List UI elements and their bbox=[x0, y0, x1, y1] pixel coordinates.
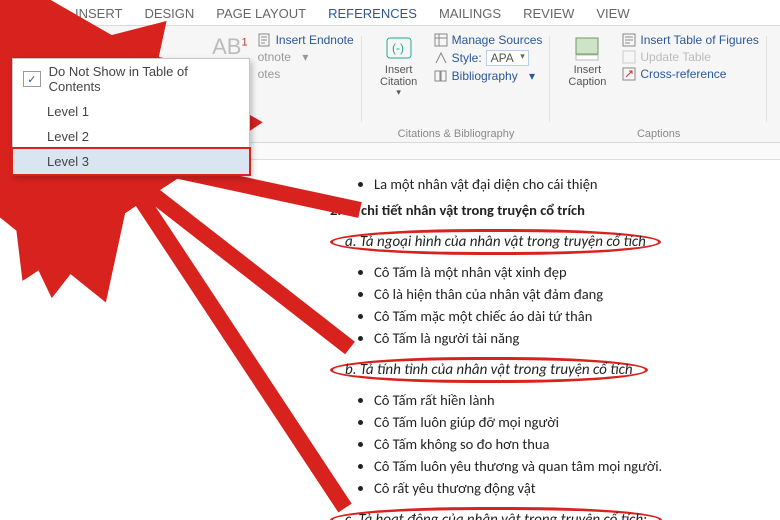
manage-sources-button[interactable]: Manage Sources bbox=[434, 33, 543, 47]
citation-icon: (-) bbox=[385, 36, 413, 62]
bullet-item: Cô Tấm là người tài năng bbox=[374, 329, 780, 347]
bullet-item: Cô Tấm không so đo hơn thua bbox=[374, 435, 780, 453]
cross-reference-button[interactable]: Cross-reference bbox=[622, 67, 759, 81]
manage-sources-icon bbox=[434, 33, 448, 47]
ribbon: ✚ Add Text ▾ ✓ Do Not Show in Table of C… bbox=[0, 26, 780, 143]
update-table-label: Update Table bbox=[640, 50, 711, 64]
menu-no-show[interactable]: ✓ Do Not Show in Table of Contents bbox=[13, 59, 249, 99]
heading-3-b: b. Tả tính tình của nhân vật trong truyệ… bbox=[330, 357, 648, 383]
dropdown-icon: ▾ bbox=[61, 41, 67, 55]
caption-icon bbox=[573, 36, 601, 62]
menu-no-show-label: Do Not Show in Table of Contents bbox=[49, 64, 239, 94]
heading-3-c: c. Tả hoạt động của nhân vật trong truyệ… bbox=[330, 507, 662, 520]
manage-sources-label: Manage Sources bbox=[452, 33, 543, 47]
ab-sup: 1 bbox=[241, 37, 247, 49]
menu-level-3-label: Level 3 bbox=[47, 154, 89, 169]
bibliography-label: Bibliography bbox=[452, 69, 518, 83]
tof-icon bbox=[622, 33, 636, 47]
group-captions: InsertCaption Insert Table of Figures Up… bbox=[550, 30, 767, 142]
bullet-item: Cô Tấm là một nhân vật xinh đẹp bbox=[374, 263, 780, 281]
bibliography-button[interactable]: Bibliography ▾ bbox=[434, 69, 543, 83]
insert-endnote-button[interactable]: Insert Endnote bbox=[258, 33, 354, 47]
group-citations: (-) InsertCitation▾ Manage Sources Style… bbox=[362, 30, 551, 142]
plus-icon: ✚ bbox=[21, 41, 31, 55]
biblio-icon bbox=[434, 69, 448, 83]
insert-tof-label: Insert Table of Figures bbox=[640, 33, 759, 47]
bullet-item: Cô Tấm luôn yêu thương và quan tâm mọi n… bbox=[374, 457, 780, 475]
bullet-item: Cô rất yêu thương động vật bbox=[374, 479, 780, 497]
menu-level-1[interactable]: Level 1 bbox=[13, 99, 249, 124]
style-label: Style: bbox=[452, 51, 482, 65]
style-icon bbox=[434, 51, 448, 65]
update-table-button: Update Table bbox=[622, 50, 759, 64]
tab-mailings[interactable]: MAILINGS bbox=[439, 6, 501, 21]
insert-tof-button[interactable]: Insert Table of Figures bbox=[622, 33, 759, 47]
tab-insert[interactable]: INSERT bbox=[75, 6, 122, 21]
bullet-item: Cô Tấm luôn giúp đỡ mọi người bbox=[374, 413, 780, 431]
heading-2: 2. Tả chi tiết nhân vật trong truyện cổ … bbox=[330, 201, 780, 219]
tab-design[interactable]: DESIGN bbox=[144, 6, 194, 21]
check-icon: ✓ bbox=[23, 71, 41, 87]
document-area: La một nhân vật đại diện cho cái thiện 2… bbox=[0, 143, 780, 520]
insert-endnote-label: Insert Endnote bbox=[276, 33, 354, 47]
group-toc: ✚ Add Text ▾ ✓ Do Not Show in Table of C… bbox=[6, 30, 82, 142]
ab-icon: AB1 bbox=[212, 34, 247, 60]
tab-home[interactable]: HOME bbox=[14, 6, 53, 21]
menu-level-2-label: Level 2 bbox=[47, 129, 89, 144]
bullet-item: Cô là hiện thân của nhân vật đảm đang bbox=[374, 285, 780, 303]
ribbon-tabs: HOME INSERT DESIGN PAGE LAYOUT REFERENCE… bbox=[0, 0, 780, 26]
tab-references[interactable]: REFERENCES bbox=[328, 6, 417, 21]
endnote-icon bbox=[258, 33, 272, 47]
menu-level-3[interactable]: Level 3 bbox=[11, 147, 251, 176]
group-citations-label: Citations & Bibliography bbox=[362, 128, 551, 140]
bullet-item: Cô Tấm mặc một chiếc áo dài tứ thân bbox=[374, 307, 780, 325]
bullet-item: La một nhân vật đại diện cho cái thiện bbox=[374, 175, 780, 193]
menu-level-2[interactable]: Level 2 bbox=[13, 124, 249, 149]
style-selector[interactable]: Style: APA bbox=[434, 50, 543, 66]
next-footnote-button[interactable]: otnote ▾ bbox=[258, 50, 354, 64]
heading-3-a: a. Tả ngoại hình của nhân vật trong truy… bbox=[330, 229, 661, 255]
cross-reference-label: Cross-reference bbox=[640, 67, 726, 81]
insert-caption-button[interactable]: InsertCaption bbox=[558, 30, 616, 88]
show-notes-button[interactable]: otes bbox=[258, 67, 354, 81]
svg-text:(-): (-) bbox=[392, 41, 404, 55]
tab-pagelayout[interactable]: PAGE LAYOUT bbox=[216, 6, 306, 21]
document-body[interactable]: La một nhân vật đại diện cho cái thiện 2… bbox=[330, 175, 780, 520]
group-index: MarEntr bbox=[767, 30, 780, 142]
update-icon bbox=[622, 50, 636, 64]
crossref-icon bbox=[622, 67, 636, 81]
menu-level-1-label: Level 1 bbox=[47, 104, 89, 119]
group-captions-label: Captions bbox=[550, 128, 767, 140]
insert-citation-button[interactable]: (-) InsertCitation▾ bbox=[370, 30, 428, 98]
add-text-dropdown: ✓ Do Not Show in Table of Contents Level… bbox=[12, 58, 250, 175]
style-value[interactable]: APA bbox=[486, 50, 529, 66]
tab-review[interactable]: REVIEW bbox=[523, 6, 574, 21]
bullet-item: Cô Tấm rất hiền lành bbox=[374, 391, 780, 409]
tab-view[interactable]: VIEW bbox=[596, 6, 629, 21]
mark-entry-button[interactable]: MarEntr bbox=[775, 30, 780, 86]
